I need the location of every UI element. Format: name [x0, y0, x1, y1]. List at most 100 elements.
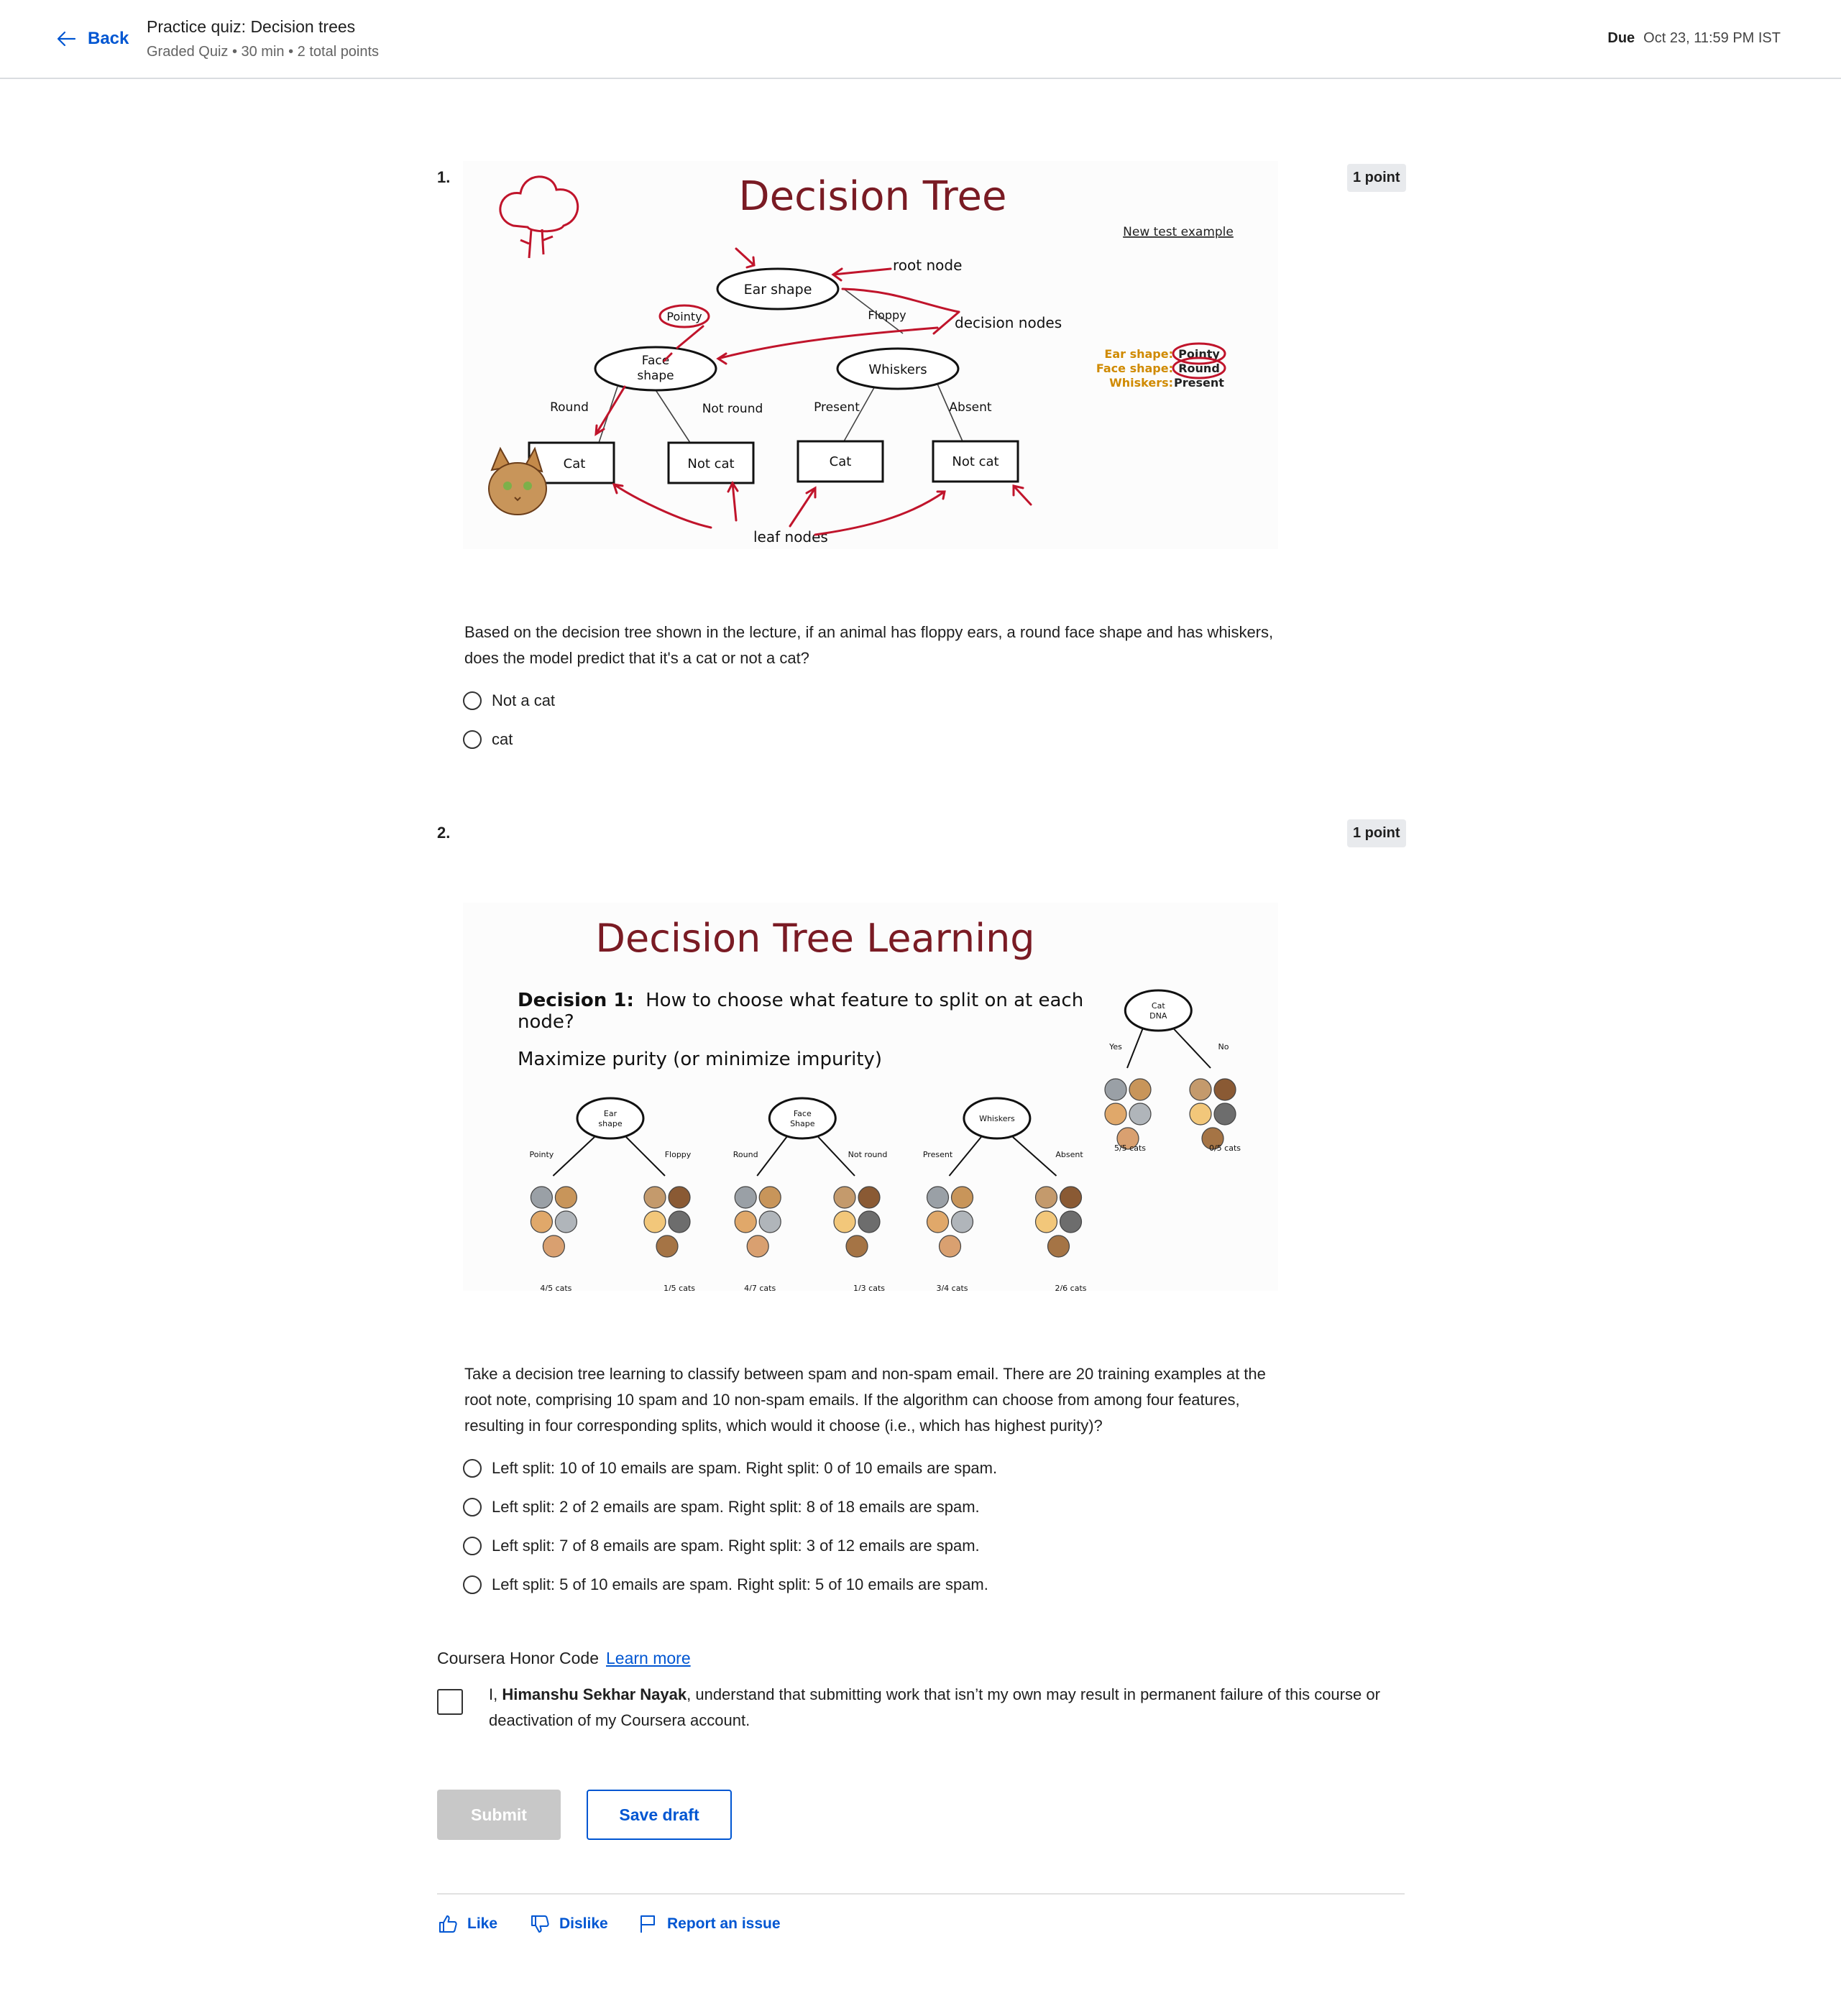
- quiz-meta: Graded Quiz • 30 min • 2 total points: [147, 44, 380, 60]
- due-label: Due: [1607, 30, 1635, 46]
- back-button[interactable]: Back: [55, 24, 129, 53]
- animal-face: [542, 1235, 566, 1258]
- branch-label: Present: [923, 1150, 953, 1159]
- question-1-text: Based on the decision tree shown in the …: [464, 623, 1274, 667]
- figure-2-title: Decision Tree Learning: [595, 916, 1034, 961]
- thumbs-down-icon: [531, 1915, 549, 1933]
- animal-face: [554, 1210, 577, 1233]
- honor-code-title: Coursera Honor Code: [437, 1649, 600, 1667]
- leaf-not-cat-2-label: Not cat: [952, 454, 998, 469]
- radio-button[interactable]: [463, 1498, 482, 1516]
- save-draft-button[interactable]: Save draft: [587, 1790, 732, 1840]
- split-node: [1124, 989, 1193, 1032]
- animal-face: [746, 1235, 769, 1258]
- split-node-label: Face: [794, 1109, 812, 1118]
- animal-face: [643, 1186, 666, 1209]
- decision-tree-learning-figure: Decision Tree Learning Decision 1: How t…: [463, 903, 1278, 1291]
- animal-face: [1034, 1210, 1058, 1233]
- report-label: Report an issue: [667, 1915, 781, 1932]
- branch-absent: Absent: [949, 400, 992, 415]
- animal-face: [530, 1210, 554, 1233]
- animal-face: [950, 1186, 974, 1209]
- cat-face-icon: [488, 446, 547, 515]
- animal-face: [1189, 1103, 1212, 1126]
- cat-count-label: 5/5 cats: [1114, 1143, 1146, 1153]
- submit-button[interactable]: Submit: [437, 1790, 561, 1840]
- animal-face: [1129, 1103, 1152, 1126]
- tree-edge-right: [625, 1136, 666, 1177]
- like-button[interactable]: Like: [437, 1913, 497, 1935]
- thumbs-up-icon: [439, 1915, 457, 1933]
- split-node-label: Ear: [604, 1109, 618, 1118]
- branch-round: Round: [550, 400, 589, 415]
- decision-1-bold: Decision 1:: [518, 990, 634, 1011]
- animal-face: [554, 1186, 577, 1209]
- branch-not-round: Not round: [702, 402, 763, 416]
- branch-pointy: Pointy: [666, 310, 702, 323]
- animal-face: [668, 1210, 691, 1233]
- branch-label: Floppy: [665, 1150, 692, 1159]
- tree-doodle-icon: [499, 175, 579, 259]
- quiz-title-block: Practice quiz: Decision trees Graded Qui…: [147, 17, 379, 60]
- animal-face: [1047, 1235, 1070, 1258]
- split-node-label: Shape: [790, 1119, 815, 1128]
- animal-face: [938, 1235, 962, 1258]
- q2-option-4[interactable]: Left split: 5 of 10 emails are spam. Rig…: [463, 1575, 988, 1594]
- animal-face: [1213, 1103, 1236, 1126]
- honor-prefix: I,: [489, 1685, 502, 1703]
- dislike-button[interactable]: Dislike: [529, 1913, 608, 1935]
- footer-divider: [437, 1893, 1405, 1895]
- root-node-annotation: root node: [893, 257, 962, 274]
- cat-count-label: 1/5 cats: [664, 1284, 695, 1291]
- radio-button[interactable]: [463, 730, 482, 749]
- learn-more-link[interactable]: Learn more: [606, 1649, 691, 1667]
- animal-face: [758, 1210, 781, 1233]
- tree-edge-left: [1126, 1028, 1144, 1069]
- animal-face: [1129, 1078, 1152, 1101]
- branch-label: Round: [733, 1150, 758, 1159]
- figure-1-title: Decision Tree: [739, 173, 1007, 220]
- split-node-label: Whiskers: [979, 1114, 1015, 1123]
- example-face-label: Face shape:: [1096, 362, 1173, 375]
- q1-option-1[interactable]: Not a cat: [463, 691, 555, 710]
- animal-face: [1104, 1078, 1127, 1101]
- honor-code-checkbox[interactable]: [437, 1689, 463, 1715]
- animal-face: [833, 1210, 856, 1233]
- tree-edge-left: [756, 1136, 788, 1177]
- dislike-label: Dislike: [559, 1915, 608, 1932]
- radio-button[interactable]: [463, 1537, 482, 1555]
- branch-label: Pointy: [529, 1150, 554, 1159]
- animal-face: [530, 1186, 554, 1209]
- quiz-title: Practice quiz: Decision trees: [147, 17, 356, 36]
- q2-option-1[interactable]: Left split: 10 of 10 emails are spam. Ri…: [463, 1459, 997, 1478]
- decision-1-line-1: Decision 1: How to choose what feature t…: [518, 990, 1083, 1011]
- honor-code-statement: I, Himanshu Sekhar Nayak, understand tha…: [489, 1682, 1395, 1734]
- top-bar: Back Practice quiz: Decision trees Grade…: [0, 0, 1841, 79]
- branch-present: Present: [814, 400, 860, 415]
- radio-button[interactable]: [463, 691, 482, 710]
- leaf-nodes-annotation: leaf nodes: [753, 528, 828, 546]
- option-label: Not a cat: [492, 691, 556, 709]
- back-label: Back: [88, 29, 129, 48]
- due-value: Oct 23, 11:59 PM IST: [1643, 30, 1781, 46]
- animal-face: [656, 1235, 679, 1258]
- q1-option-2[interactable]: cat: [463, 730, 513, 749]
- cat-count-label: 4/7 cats: [744, 1284, 776, 1291]
- split-node-label: Cat: [1152, 1001, 1165, 1011]
- animal-face: [643, 1210, 666, 1233]
- tree-edge-left: [552, 1136, 595, 1177]
- animal-face: [1213, 1078, 1236, 1101]
- flag-icon: [641, 1915, 655, 1933]
- animal-face: [845, 1235, 868, 1258]
- radio-button[interactable]: [463, 1459, 482, 1478]
- split-node: [768, 1097, 837, 1140]
- q2-option-3[interactable]: Left split: 7 of 8 emails are spam. Righ…: [463, 1537, 980, 1555]
- q2-option-2[interactable]: Left split: 2 of 2 emails are spam. Righ…: [463, 1498, 980, 1516]
- animal-face: [758, 1186, 781, 1209]
- report-issue-button[interactable]: Report an issue: [637, 1913, 781, 1935]
- cat-count-label: 0/5 cats: [1209, 1143, 1241, 1153]
- cat-count-label: 1/3 cats: [853, 1284, 885, 1291]
- radio-button[interactable]: [463, 1575, 482, 1594]
- like-label: Like: [467, 1915, 498, 1932]
- cat-count-label: 4/5 cats: [540, 1284, 571, 1291]
